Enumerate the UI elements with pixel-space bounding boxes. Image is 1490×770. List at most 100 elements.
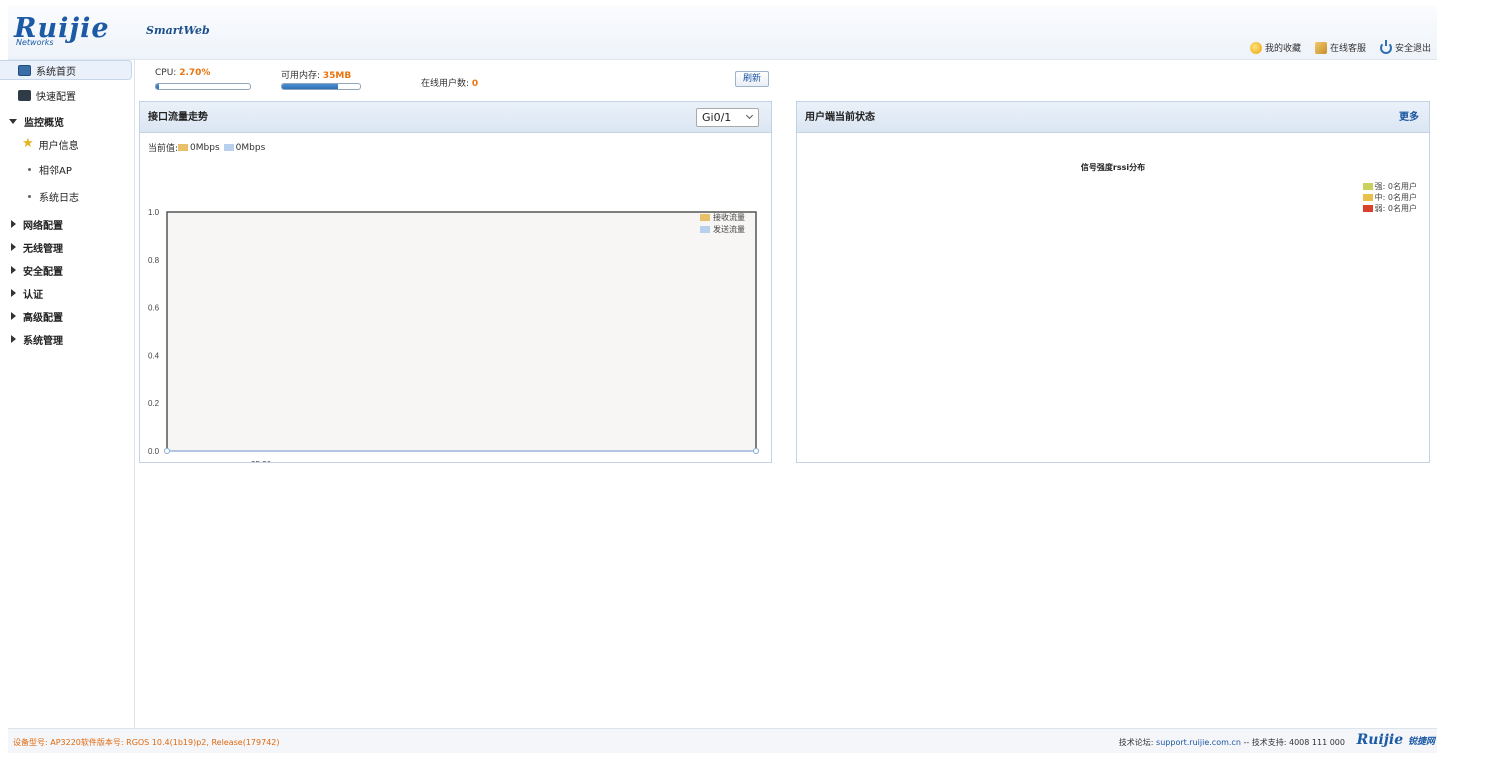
sidebar-item-label: 安全配置	[23, 266, 63, 278]
interface-select-value: Gi0/1	[702, 111, 732, 124]
more-link[interactable]: 更多	[1399, 102, 1419, 133]
chevron-down-icon	[745, 111, 754, 120]
sidebar-item-system-mgmt[interactable]: 系统管理	[0, 329, 132, 349]
sidebar-item-system-log[interactable]: 系统日志	[0, 186, 132, 206]
sidebar-item-label: 监控概览	[24, 117, 64, 129]
ruijie-logo: Ruijie Networks	[14, 15, 110, 47]
collapsed-arrow-icon	[11, 335, 16, 343]
favorites-link[interactable]: 我的收藏	[1249, 41, 1301, 54]
sidebar-item-home[interactable]: 系统首页	[0, 60, 132, 80]
client-status-title: 用户端当前状态	[805, 112, 875, 123]
y-tick-label: 0.6	[148, 304, 160, 313]
bullet-icon	[28, 167, 31, 171]
traffic-panel-header: 接口流量走势 Gi0/1	[140, 102, 771, 133]
forum-link[interactable]: support.ruijie.com.cn	[1156, 738, 1241, 747]
y-tick-label: 0.2	[148, 399, 160, 408]
tx-swatch	[223, 144, 234, 151]
logo-subtext: Networks	[16, 38, 54, 47]
legend-label: 发送流量	[713, 224, 745, 234]
memory-status: 可用内存: 35MB	[281, 68, 351, 81]
sidebar-item-label: 无线管理	[23, 243, 63, 255]
footer-logo-cn: 锐捷网	[1407, 737, 1435, 747]
legend-label: 接收流量	[713, 212, 745, 222]
footer-logo-text: Ruijie	[1356, 732, 1404, 748]
sidebar-item-label: 系统日志	[39, 192, 79, 204]
sidebar: 系统首页 快速配置 监控概览 ★ 用户信息 相邻AP 系统日志 网络配置 无线管	[0, 60, 135, 728]
memory-usage-fill	[282, 84, 339, 89]
legend-swatch	[700, 226, 710, 233]
client-status-panel: 用户端当前状态 更多 信号强度rssi分布 强: 0名用户 中: 0名用户 弱: 0…	[796, 101, 1430, 463]
sidebar-item-auth[interactable]: 认证	[0, 283, 132, 303]
x-tick-label: 25:20	[251, 460, 272, 462]
traffic-chart: 1.0 0.8 0.6 0.4 0.2 0.0 25:20 接收流量发送流量	[148, 208, 759, 462]
online-users-value: 0	[471, 79, 479, 89]
interface-select[interactable]: Gi0/1	[696, 108, 759, 127]
top-header: Ruijie Networks SmartWeb 我的收藏 在线客服 安全退出	[8, 6, 1437, 60]
plot-area	[166, 211, 757, 452]
monitor-icon	[18, 64, 31, 76]
sidebar-item-label: 相邻AP	[39, 165, 72, 177]
logout-label: 安全退出	[1394, 44, 1431, 54]
rssi-legend-swatch	[1362, 205, 1373, 212]
brand-name: SmartWeb	[146, 24, 210, 37]
sidebar-item-neighbor-ap[interactable]: 相邻AP	[0, 159, 132, 179]
rssi-legend-item: 强: 0名用户	[1362, 181, 1417, 192]
sidebar-item-network-config[interactable]: 网络配置	[0, 214, 132, 234]
collapsed-arrow-icon	[11, 312, 16, 320]
device-info: 设备型号: AP3220软件版本号: RGOS 10.4(1b19)p2, Re…	[13, 738, 280, 747]
top-links: 我的收藏 在线客服 安全退出	[1249, 39, 1431, 54]
sidebar-item-label: 网络配置	[23, 220, 63, 232]
rssi-legend-item: 中: 0名用户	[1362, 192, 1417, 203]
sidebar-item-label: 快速配置	[36, 91, 76, 103]
y-tick-label: 1.0	[148, 208, 160, 217]
sidebar-item-user-info[interactable]: ★ 用户信息	[0, 134, 132, 154]
cpu-label: CPU:	[155, 68, 180, 78]
sidebar-item-advanced-config[interactable]: 高级配置	[0, 306, 132, 326]
collapsed-arrow-icon	[11, 243, 16, 251]
y-tick-label: 0.0	[148, 447, 160, 456]
traffic-panel-title: 接口流量走势	[148, 112, 208, 123]
rssi-legend: 强: 0名用户 中: 0名用户 弱: 0名用户	[1362, 181, 1417, 214]
online-users-label: 在线用户数:	[421, 79, 472, 89]
tx-current-value: 0Mbps	[235, 142, 266, 153]
support-info: 技术论坛: support.ruijie.com.cn -- 技术支持: 400…	[1119, 737, 1345, 748]
online-service-link[interactable]: 在线客服	[1314, 41, 1366, 54]
favorites-label: 我的收藏	[1264, 44, 1301, 54]
footer: 设备型号: AP3220软件版本号: RGOS 10.4(1b19)p2, Re…	[8, 728, 1437, 753]
sidebar-item-label: 系统管理	[23, 335, 63, 347]
cpu-usage-fill	[156, 84, 159, 89]
logout-link[interactable]: 安全退出	[1379, 39, 1431, 54]
sidebar-item-quick-config[interactable]: 快速配置	[0, 85, 132, 105]
cpu-usage-bar	[155, 83, 251, 90]
refresh-button[interactable]: 刷新	[735, 71, 769, 87]
power-icon	[1379, 39, 1392, 54]
current-values: 当前值: 0Mbps 0Mbps	[148, 141, 266, 155]
sidebar-item-wireless-mgmt[interactable]: 无线管理	[0, 237, 132, 257]
sidebar-item-monitor[interactable]: 监控概览	[0, 111, 132, 131]
sidebar-item-label: 用户信息	[38, 140, 79, 152]
rssi-legend-swatch	[1362, 183, 1373, 190]
online-users-status: 在线用户数: 0	[421, 76, 478, 89]
collapsed-arrow-icon	[11, 289, 16, 297]
favorites-icon	[1249, 41, 1262, 54]
sidebar-item-label: 认证	[23, 289, 43, 301]
sidebar-item-label: 系统首页	[36, 66, 76, 78]
rssi-legend-swatch	[1362, 194, 1373, 201]
star-icon: ★	[22, 136, 34, 151]
online-service-label: 在线客服	[1329, 44, 1366, 54]
y-tick-label: 0.8	[148, 256, 160, 265]
data-point	[753, 448, 759, 454]
smartweb-app: Ruijie Networks SmartWeb 我的收藏 在线客服 安全退出 …	[0, 0, 1437, 770]
rssi-legend-label: 中: 0名用户	[1374, 193, 1417, 202]
memory-value: 35MB	[322, 71, 352, 81]
cpu-status: CPU: 2.70%	[155, 68, 210, 78]
config-icon	[18, 89, 31, 101]
rssi-legend-label: 弱: 0名用户	[1374, 204, 1417, 213]
cpu-value: 2.70%	[179, 68, 211, 78]
legend-swatch	[700, 214, 710, 221]
current-label: 当前值:	[148, 144, 179, 154]
expanded-arrow-icon	[9, 118, 17, 124]
y-tick-label: 0.4	[148, 351, 160, 360]
rx-current-value: 0Mbps	[190, 142, 220, 153]
sidebar-item-security-config[interactable]: 安全配置	[0, 260, 132, 280]
